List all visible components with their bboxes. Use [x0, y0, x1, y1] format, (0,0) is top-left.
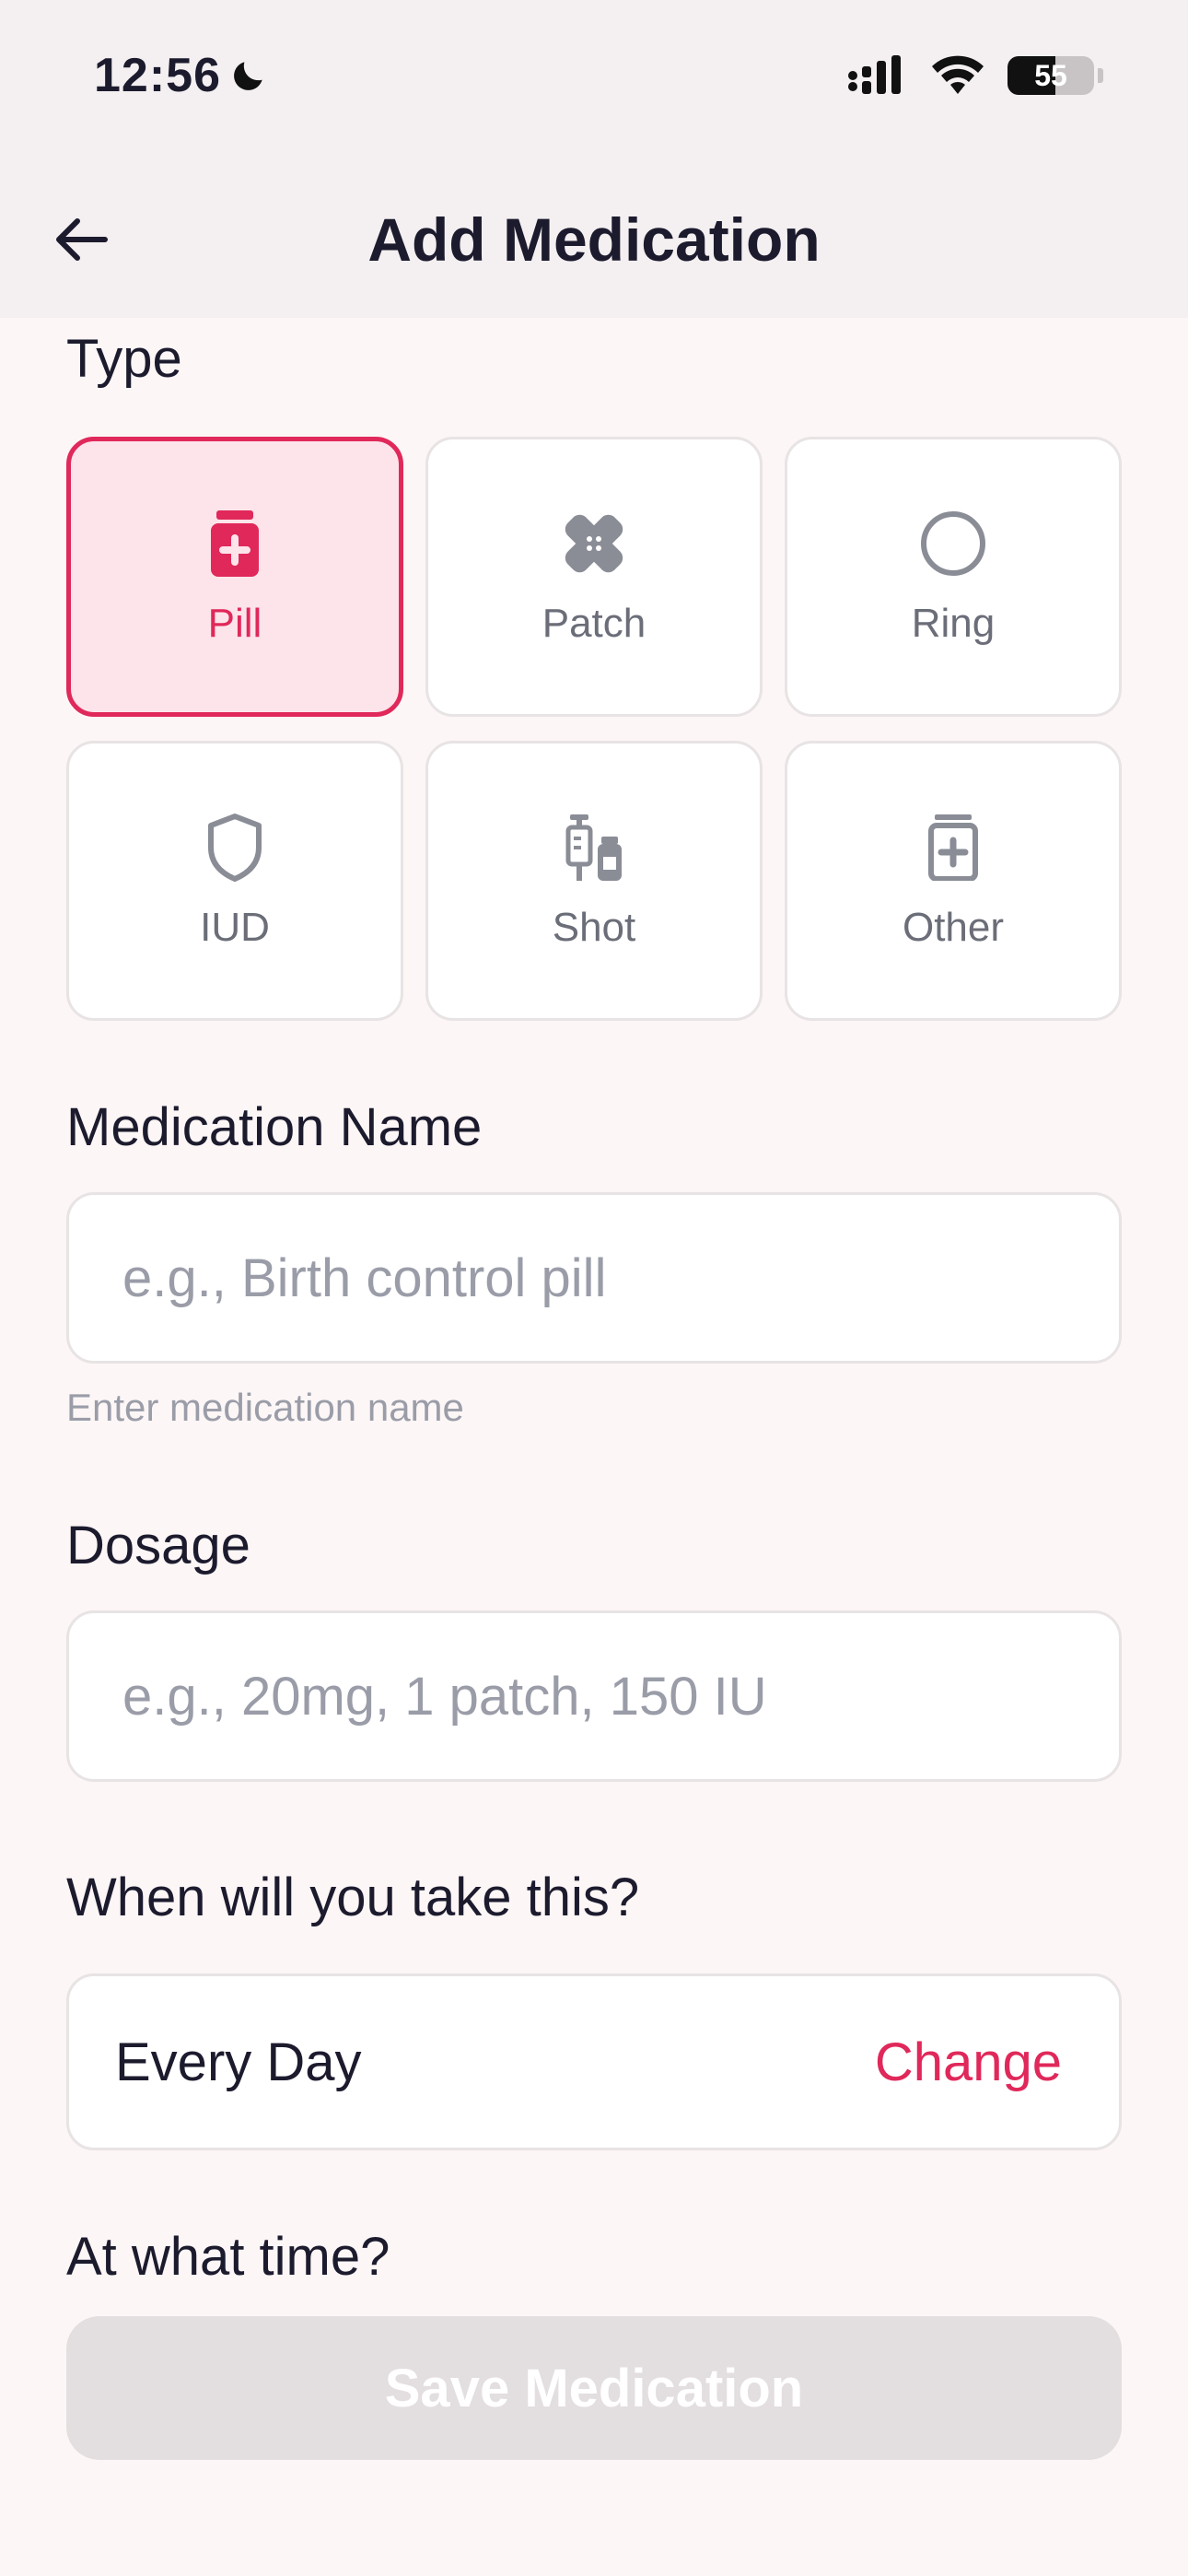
- type-option-iud[interactable]: IUD: [66, 741, 403, 1021]
- clock-text: 12:56: [94, 49, 221, 102]
- medication-name-helper: Enter medication name: [66, 1386, 464, 1429]
- battery-level-text: 55: [1034, 58, 1067, 92]
- type-option-label: Shot: [552, 905, 636, 950]
- syringe-vial-icon: [557, 811, 631, 884]
- medicine-box-icon: [916, 811, 990, 884]
- wifi-icon: [932, 55, 984, 94]
- battery-icon: 55: [1007, 56, 1094, 95]
- medication-name-label: Medication Name: [66, 1097, 483, 1157]
- ring-icon: [916, 507, 990, 580]
- type-option-other[interactable]: Other: [785, 741, 1122, 1021]
- schedule-selector[interactable]: Every Day Change: [66, 1973, 1122, 2150]
- type-option-label: Pill: [207, 601, 262, 646]
- cellular-signal-icon: [848, 55, 901, 94]
- time-label: At what time?: [66, 2227, 390, 2287]
- type-option-patch[interactable]: Patch: [425, 437, 763, 717]
- type-label: Type: [66, 329, 182, 389]
- change-schedule-button[interactable]: Change: [875, 2032, 1062, 2093]
- medication-name-field-wrapper: [66, 1192, 1122, 1364]
- moon-icon: [234, 62, 262, 90]
- type-option-label: Patch: [542, 601, 646, 646]
- bandage-icon: [557, 507, 631, 580]
- page-title: Add Medication: [367, 205, 821, 274]
- type-option-shot[interactable]: Shot: [425, 741, 763, 1021]
- pill-bottle-icon: [198, 507, 272, 580]
- shield-icon: [198, 811, 272, 884]
- status-time: 12:56: [94, 48, 269, 103]
- schedule-label: When will you take this?: [66, 1868, 640, 1927]
- type-option-ring[interactable]: Ring: [785, 437, 1122, 717]
- medication-name-input[interactable]: [69, 1195, 1119, 1361]
- save-medication-button[interactable]: Save Medication: [66, 2316, 1122, 2460]
- dosage-input[interactable]: [69, 1613, 1119, 1779]
- schedule-value: Every Day: [115, 2032, 362, 2092]
- add-medication-screen: 12:56 55 Add Medication Type Pill Patch …: [0, 0, 1188, 2576]
- dosage-field-wrapper: [66, 1610, 1122, 1782]
- type-option-label: Ring: [911, 601, 996, 646]
- dosage-label: Dosage: [66, 1516, 250, 1575]
- battery-cap: [1098, 68, 1103, 83]
- type-option-label: IUD: [200, 905, 270, 950]
- status-icons: 55: [847, 55, 1103, 96]
- type-option-pill[interactable]: Pill: [66, 437, 403, 717]
- type-option-label: Other: [902, 905, 1005, 950]
